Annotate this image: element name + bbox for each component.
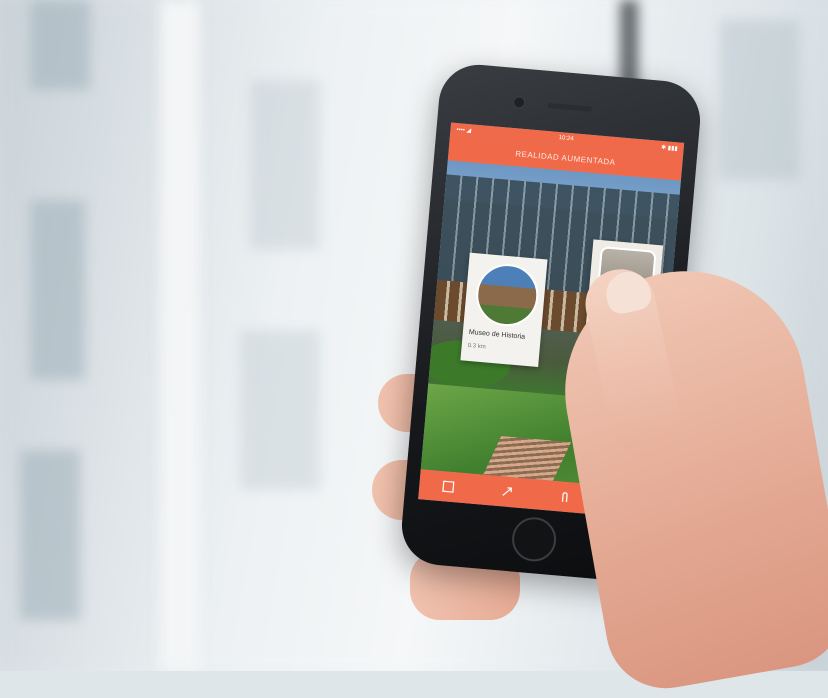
background-pillar — [160, 0, 200, 671]
earpiece-speaker — [547, 102, 593, 112]
background-window — [30, 0, 90, 90]
signal-indicator: •••• ◢ — [456, 126, 472, 134]
home-button[interactable] — [510, 515, 558, 564]
background-window — [30, 200, 85, 380]
background-window — [720, 20, 800, 180]
poi-thumbnail — [473, 261, 541, 329]
background-window — [240, 330, 320, 490]
app-title: REALIDAD AUMENTADA — [515, 148, 616, 167]
background-window — [20, 450, 80, 620]
front-camera — [512, 95, 526, 109]
battery-indicator: ✱ ▮▮▮ — [660, 144, 678, 152]
background-window — [250, 80, 320, 250]
poi-card[interactable]: Museo de Historia 0.3 km — [460, 252, 548, 368]
status-time: 10:24 — [558, 134, 574, 143]
map-icon[interactable] — [436, 476, 462, 498]
poi-title: Museo de Historia — [468, 328, 526, 341]
poi-distance: 0.3 km — [467, 342, 486, 351]
hand-icon[interactable] — [552, 486, 578, 508]
expand-icon[interactable] — [494, 481, 520, 503]
